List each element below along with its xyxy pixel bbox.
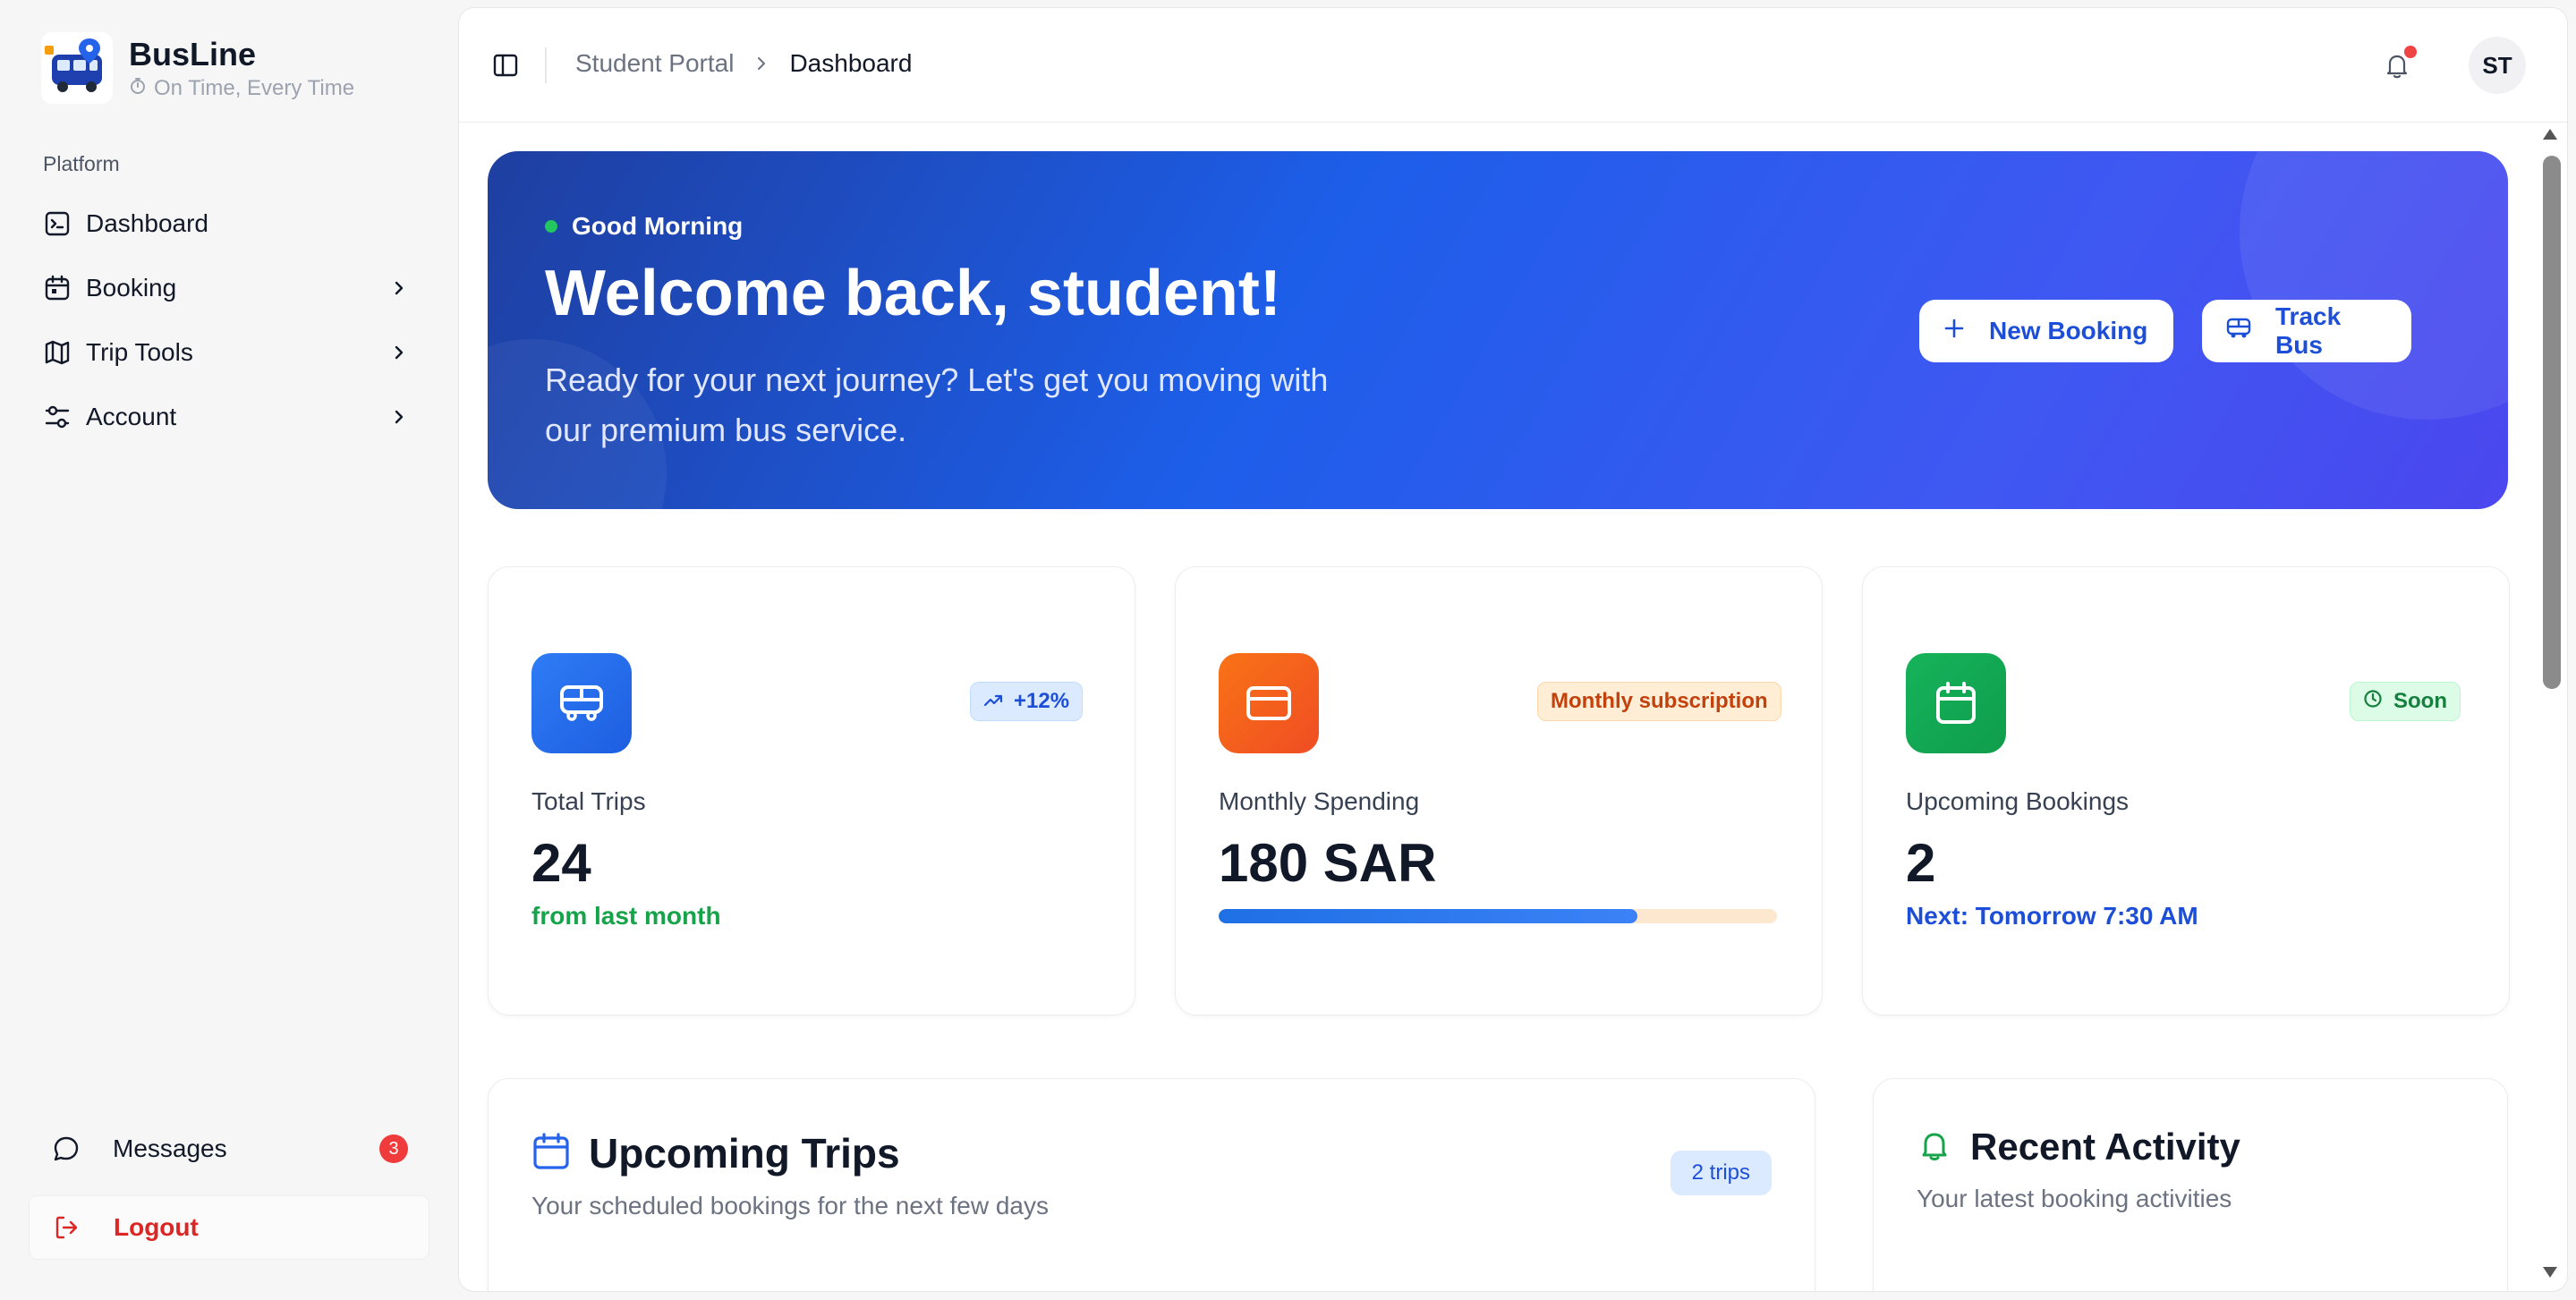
sidebar-nav: Dashboard Booking Trip Tools Account xyxy=(29,191,426,449)
topbar: Student Portal Dashboard ST xyxy=(459,8,2567,123)
sliders-icon xyxy=(43,403,72,431)
sidebar-toggle-button[interactable] xyxy=(489,49,522,81)
stat-label: Total Trips xyxy=(531,787,646,815)
brand-name: BusLine xyxy=(129,36,257,72)
sidebar-item-dashboard[interactable]: Dashboard xyxy=(29,191,426,256)
status-dot xyxy=(545,220,557,233)
clock-icon xyxy=(2363,689,2383,715)
recent-activity-subtitle: Your latest booking activities xyxy=(1917,1185,2232,1212)
recent-activity-header: Recent Activity xyxy=(1917,1126,2240,1168)
bus-icon xyxy=(2225,317,2252,346)
stat-value: 24 xyxy=(531,833,591,893)
map-icon xyxy=(43,338,72,367)
welcome-hero: Good Morning Welcome back, student! Read… xyxy=(488,151,2508,509)
sidebar-footer: Messages 3 Logout xyxy=(29,1117,429,1274)
page-scrollbar[interactable] xyxy=(2534,122,2570,1285)
recent-activity-title: Recent Activity xyxy=(1970,1126,2240,1168)
bell-icon xyxy=(1917,1127,1952,1168)
chevron-right-icon xyxy=(387,340,412,365)
sidebar-item-account[interactable]: Account xyxy=(29,385,426,449)
message-circle-icon xyxy=(50,1133,82,1165)
stat-card-monthly-spending: Monthly subscription Monthly Spending 18… xyxy=(1175,566,1823,1015)
trending-up-icon xyxy=(983,689,1003,714)
main-panel: Student Portal Dashboard ST Good Morning… xyxy=(458,7,2568,1292)
sidebar-item-booking[interactable]: Booking xyxy=(29,256,426,320)
calendar-icon xyxy=(43,274,72,302)
upcoming-trips-header: Upcoming Trips xyxy=(531,1129,900,1177)
sidebar-section-label: Platform xyxy=(43,152,120,175)
hero-decoration xyxy=(2240,151,2508,420)
notification-dot xyxy=(2404,46,2417,58)
topbar-divider xyxy=(545,47,547,83)
track-bus-label: Track Bus xyxy=(2275,302,2342,359)
upcoming-trips-title: Upcoming Trips xyxy=(589,1130,900,1177)
brand-tagline: On Time, Every Time xyxy=(129,76,354,101)
credit-card-icon xyxy=(1219,653,1319,753)
chevron-right-icon xyxy=(387,276,412,301)
notifications-button[interactable] xyxy=(2377,46,2417,85)
stat-card-total-trips: +12% Total Trips 24 from last month xyxy=(488,566,1135,1015)
trips-count-badge: 2 trips xyxy=(1670,1151,1772,1195)
subscription-badge: Monthly subscription xyxy=(1537,682,1781,721)
plus-icon xyxy=(1943,317,1966,346)
logout-icon xyxy=(51,1211,83,1244)
bus-icon xyxy=(531,653,632,753)
timer-icon xyxy=(129,76,147,101)
panel-left-icon xyxy=(493,54,518,77)
spending-progress-fill xyxy=(1219,909,1637,923)
sidebar-item-label: Booking xyxy=(86,274,177,302)
track-bus-button[interactable]: Track Bus xyxy=(2202,300,2411,362)
chevron-right-icon xyxy=(387,404,412,429)
new-booking-button[interactable]: New Booking xyxy=(1919,300,2173,362)
scroll-down-arrow[interactable] xyxy=(2543,1267,2557,1278)
calendar-icon xyxy=(1906,653,2006,753)
soon-badge: Soon xyxy=(2350,682,2461,721)
stat-value: 2 xyxy=(1906,833,1936,893)
sidebar-item-label: Trip Tools xyxy=(86,338,193,366)
stat-value: 180 SAR xyxy=(1219,833,1437,893)
trend-badge: +12% xyxy=(970,682,1084,721)
stat-card-upcoming-bookings: Soon Upcoming Bookings 2 Next: Tomorrow … xyxy=(1862,566,2510,1015)
brand-tagline-text: On Time, Every Time xyxy=(154,76,355,100)
stat-label: Monthly Spending xyxy=(1219,787,1420,815)
spending-progress-bar xyxy=(1219,909,1777,923)
calendar-icon xyxy=(531,1132,571,1176)
terminal-square-icon xyxy=(43,209,72,238)
sidebar-item-label: Dashboard xyxy=(86,209,208,237)
stat-note: Next: Tomorrow 7:30 AM xyxy=(1906,902,2198,930)
brand[interactable]: BusLine On Time, Every Time xyxy=(41,32,354,104)
upcoming-trips-subtitle: Your scheduled bookings for the next few… xyxy=(531,1192,1050,1219)
sidebar-item-messages[interactable]: Messages 3 xyxy=(29,1117,429,1181)
stat-note: from last month xyxy=(531,902,721,930)
app-root: BusLine On Time, Every Time Platform Das… xyxy=(0,0,2576,1300)
chevron-right-icon xyxy=(753,49,769,78)
scroll-up-arrow[interactable] xyxy=(2543,129,2557,140)
trend-value: +12% xyxy=(1014,689,1070,713)
breadcrumb: Student Portal Dashboard xyxy=(575,49,912,78)
logout-button[interactable]: Logout xyxy=(29,1195,429,1260)
recent-activity-card: Recent Activity Your latest booking acti… xyxy=(1873,1078,2508,1291)
new-booking-label: New Booking xyxy=(1989,317,2148,344)
breadcrumb-student-portal[interactable]: Student Portal xyxy=(575,49,734,78)
sidebar-item-label: Account xyxy=(86,403,177,430)
avatar[interactable]: ST xyxy=(2469,37,2526,94)
breadcrumb-dashboard: Dashboard xyxy=(789,49,913,77)
greeting-text: Good Morning xyxy=(572,212,744,240)
upcoming-trips-card: Upcoming Trips Your scheduled bookings f… xyxy=(488,1078,1815,1291)
scroll-thumb[interactable] xyxy=(2543,156,2561,689)
soon-label: Soon xyxy=(2393,689,2447,713)
hero-subtitle: Ready for your next journey? Let's get y… xyxy=(545,361,1329,448)
bus-logo-icon xyxy=(41,32,113,104)
stat-label: Upcoming Bookings xyxy=(1906,787,2130,815)
messages-count-badge: 3 xyxy=(379,1134,408,1163)
messages-label: Messages xyxy=(113,1134,227,1162)
hero-title: Welcome back, student! xyxy=(545,258,1281,329)
sidebar: BusLine On Time, Every Time Platform Das… xyxy=(0,0,453,1300)
logout-label: Logout xyxy=(114,1213,199,1241)
greeting: Good Morning xyxy=(545,212,743,241)
sidebar-item-trip-tools[interactable]: Trip Tools xyxy=(29,320,426,385)
